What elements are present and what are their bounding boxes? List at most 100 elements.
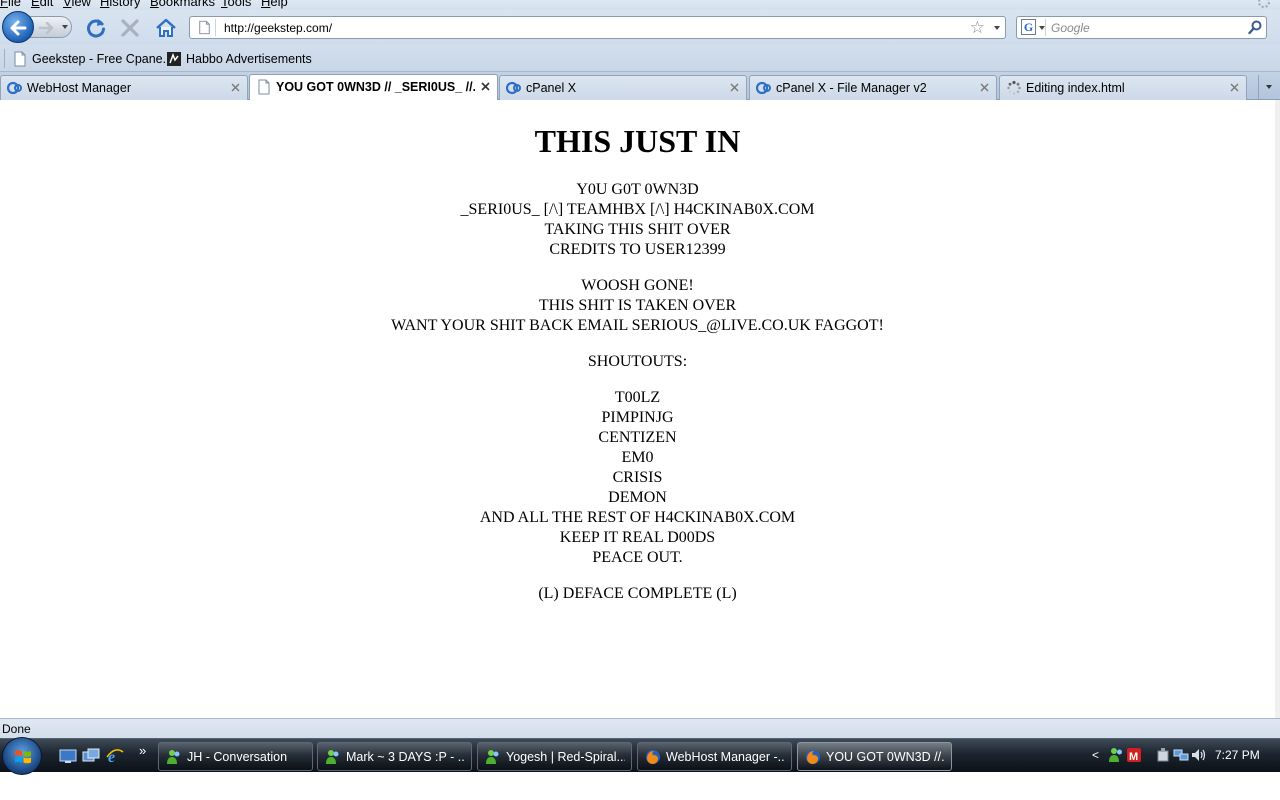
url-text[interactable]: http://geekstep.com/ bbox=[224, 21, 332, 35]
list-item: PEACE OUT. bbox=[592, 549, 683, 566]
bookmark-geekstep[interactable]: Geekstep - Free Cpane... bbox=[10, 50, 173, 68]
quick-launch-overflow-icon[interactable]: » bbox=[139, 743, 146, 758]
internet-explorer-icon[interactable]: e bbox=[106, 748, 124, 764]
text-line: (L) DEFACE COMPLETE (L) bbox=[538, 585, 737, 602]
task-label: JH - Conversation bbox=[187, 750, 288, 764]
habbo-icon bbox=[167, 52, 181, 66]
task-jh-conversation[interactable]: JH - Conversation bbox=[158, 742, 313, 771]
menu-help[interactable]: Help bbox=[261, 0, 288, 9]
tab-label: WebHost Manager bbox=[27, 81, 131, 95]
menu-file[interactable]: File bbox=[0, 0, 21, 9]
mcafee-icon[interactable]: M bbox=[1126, 747, 1142, 763]
shoutouts-heading: SHOUTOUTS: bbox=[0, 352, 1275, 372]
close-icon[interactable] bbox=[729, 82, 740, 93]
close-icon[interactable] bbox=[979, 82, 990, 93]
google-icon: G bbox=[1021, 19, 1036, 35]
search-icon[interactable] bbox=[1248, 20, 1262, 35]
tab-cpanel-x[interactable]: cPanel X bbox=[499, 75, 747, 100]
close-icon[interactable] bbox=[230, 82, 241, 93]
task-firefox-webhost[interactable]: WebHost Manager -... bbox=[637, 742, 792, 771]
task-firefox-active[interactable]: YOU GOT 0WN3D //... bbox=[797, 742, 952, 771]
list-item: EM0 bbox=[621, 449, 654, 466]
tab-label: YOU GOT 0WN3D // _SERI0US_ //... bbox=[276, 80, 475, 94]
intro-block: Y0U G0T 0WN3D _SERI0US_ [/\] TEAMHBX [/\… bbox=[0, 180, 1275, 260]
tab-webhost-manager[interactable]: WebHost Manager bbox=[0, 75, 248, 100]
close-icon[interactable] bbox=[1229, 82, 1240, 93]
page-icon bbox=[14, 51, 26, 67]
status-bar: Done bbox=[0, 718, 1280, 738]
message-block: WOOSH GONE! THIS SHIT IS TAKEN OVER WANT… bbox=[0, 276, 1275, 336]
menu-bar: File Edit View History Bookmarks Tools H… bbox=[0, 0, 1280, 10]
back-button[interactable] bbox=[2, 11, 34, 43]
task-label: WebHost Manager -... bbox=[666, 750, 785, 764]
page-icon bbox=[258, 79, 270, 95]
chevron-down-icon bbox=[1266, 85, 1272, 89]
task-label: Mark ~ 3 DAYS :P - ... bbox=[346, 750, 465, 764]
tab-you-got-owned[interactable]: YOU GOT 0WN3D // _SERI0US_ //... bbox=[249, 74, 498, 100]
start-button[interactable] bbox=[2, 737, 42, 775]
network-icon[interactable] bbox=[1173, 747, 1189, 763]
cpanel-icon bbox=[7, 81, 22, 95]
loading-icon bbox=[1007, 80, 1021, 95]
shoutouts-list: T00LZ PIMPINJG CENTIZEN EM0 CRISIS DEMON… bbox=[0, 388, 1275, 568]
closing-line: (L) DEFACE COMPLETE (L) bbox=[0, 584, 1275, 604]
menu-edit[interactable]: Edit bbox=[31, 0, 53, 9]
bookmark-star-icon[interactable]: ☆ bbox=[970, 19, 985, 36]
bookmark-label: Geekstep - Free Cpane... bbox=[32, 52, 174, 66]
menu-history[interactable]: History bbox=[100, 0, 140, 9]
system-clock[interactable]: 7:27 PM bbox=[1215, 748, 1260, 762]
home-icon[interactable] bbox=[154, 16, 178, 40]
messenger-tray-icon[interactable] bbox=[1108, 747, 1124, 763]
status-text: Done bbox=[2, 722, 31, 736]
navigation-toolbar: http://geekstep.com/ ☆ G bbox=[0, 10, 1280, 45]
text-line: SHOUTOUTS: bbox=[587, 353, 688, 370]
text-line: TAKING THIS SHIT OVER bbox=[544, 221, 731, 238]
url-bar[interactable]: http://geekstep.com/ ☆ bbox=[189, 16, 1006, 39]
task-mark-conversation[interactable]: Mark ~ 3 DAYS :P - ... bbox=[317, 742, 472, 771]
tab-editing-index[interactable]: Editing index.html bbox=[999, 75, 1247, 100]
bookmark-label: Habbo Advertisements bbox=[186, 52, 312, 66]
url-history-dropdown-icon[interactable] bbox=[994, 26, 1000, 30]
safely-remove-hardware-icon[interactable] bbox=[1155, 747, 1171, 763]
activity-throbber-icon bbox=[1258, 0, 1270, 8]
reload-icon[interactable] bbox=[84, 16, 108, 40]
search-engine-selector[interactable]: G bbox=[1020, 19, 1046, 36]
menu-tools[interactable]: Tools bbox=[221, 0, 251, 9]
search-bar[interactable]: G bbox=[1016, 16, 1267, 39]
list-item: CENTIZEN bbox=[598, 429, 677, 446]
bookmark-habbo[interactable]: Habbo Advertisements bbox=[164, 50, 312, 68]
task-label: YOU GOT 0WN3D //... bbox=[826, 750, 945, 764]
toolbar-grip bbox=[4, 49, 5, 68]
list-item: KEEP IT REAL D00DS bbox=[559, 529, 716, 546]
forward-button[interactable] bbox=[30, 16, 72, 38]
show-hidden-icons-button[interactable]: < bbox=[1092, 748, 1099, 762]
site-identity-icon[interactable] bbox=[194, 19, 216, 36]
menu-bookmarks[interactable]: Bookmarks bbox=[150, 0, 215, 9]
list-item: DEMON bbox=[608, 489, 667, 506]
cpanel-icon bbox=[506, 81, 521, 95]
history-dropdown-icon[interactable] bbox=[62, 25, 68, 29]
search-input[interactable] bbox=[1051, 19, 1246, 36]
list-item: T00LZ bbox=[614, 389, 661, 406]
tab-file-manager[interactable]: cPanel X - File Manager v2 bbox=[749, 75, 997, 100]
tab-label: Editing index.html bbox=[1026, 81, 1125, 95]
volume-icon[interactable] bbox=[1191, 747, 1207, 763]
chevron-down-icon bbox=[1039, 26, 1045, 30]
text-line: CREDITS TO USER12399 bbox=[549, 241, 726, 258]
tab-strip: WebHost Manager YOU GOT 0WN3D // _SERI0U… bbox=[0, 72, 1280, 100]
page-heading: THIS JUST IN bbox=[534, 123, 741, 159]
show-desktop-icon[interactable] bbox=[59, 748, 77, 764]
page-content: THIS JUST IN Y0U G0T 0WN3D _SERI0US_ [/\… bbox=[0, 100, 1275, 718]
firefox-icon bbox=[806, 750, 820, 764]
close-icon[interactable] bbox=[480, 81, 491, 92]
task-yogesh-conversation[interactable]: Yogesh | Red-Spiral... bbox=[477, 742, 632, 771]
text-line: THIS SHIT IS TAKEN OVER bbox=[538, 297, 737, 314]
stop-icon[interactable] bbox=[118, 16, 142, 40]
scrollbar-gutter bbox=[1275, 100, 1280, 718]
list-all-tabs-button[interactable] bbox=[1258, 75, 1278, 99]
menu-view[interactable]: View bbox=[63, 0, 91, 9]
tab-label: cPanel X bbox=[526, 81, 577, 95]
messenger-icon bbox=[486, 750, 499, 764]
switch-windows-icon[interactable] bbox=[82, 748, 100, 764]
windows-taskbar: e » JH - Conversation Mark ~ 3 DAYS :P -… bbox=[0, 737, 1280, 775]
